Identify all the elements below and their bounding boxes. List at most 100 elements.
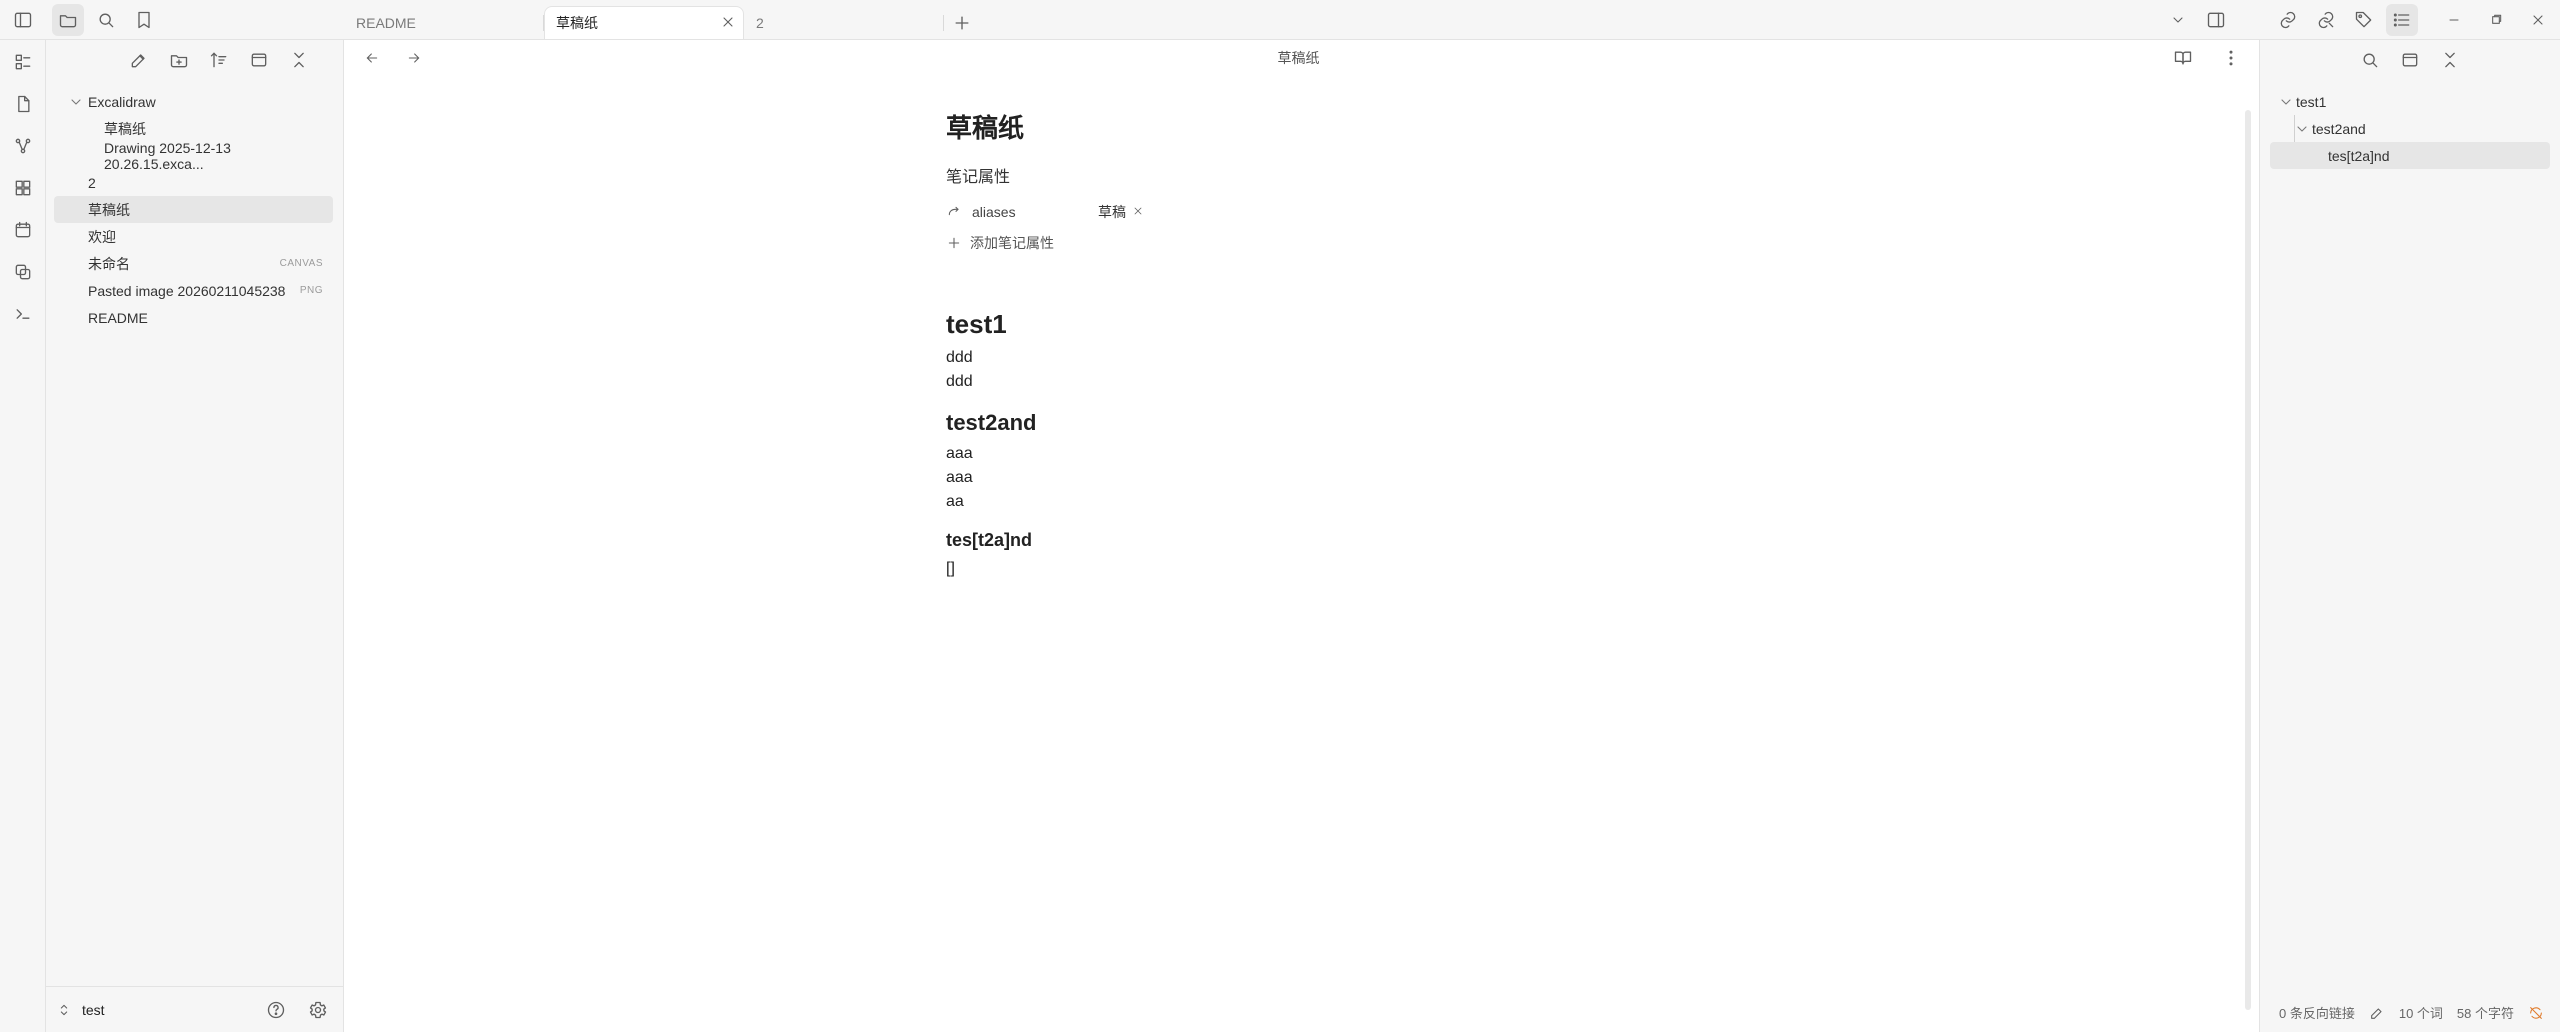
tree-item[interactable]: 2 <box>54 169 333 196</box>
chevron-down-icon <box>2294 121 2310 137</box>
ribbon-daily-notes[interactable] <box>7 46 39 78</box>
sync-error-icon[interactable] <box>2528 1005 2544 1021</box>
paragraph-line: aaa <box>946 469 973 486</box>
tree-item-active[interactable]: 草稿纸 <box>54 196 333 223</box>
property-key[interactable]: aliases <box>946 204 1094 220</box>
graph-icon <box>13 136 33 156</box>
tree-item[interactable]: Pasted image 20260211045238 PNG <box>54 277 333 304</box>
properties-heading[interactable]: 笔记属性 <box>946 163 1766 187</box>
close-tab-button[interactable] <box>720 14 736 33</box>
folder-excalidraw[interactable]: Excalidraw <box>54 88 333 115</box>
tab-list-button[interactable] <box>2162 4 2194 36</box>
restore-button[interactable] <box>2482 6 2510 34</box>
gear-icon <box>308 1000 328 1020</box>
ribbon-terminal[interactable] <box>7 298 39 330</box>
tree-item[interactable]: 欢迎 <box>54 223 333 250</box>
tree-item[interactable]: README <box>54 304 333 331</box>
alias-chip[interactable]: 草稿 <box>1094 202 1148 222</box>
left-sidebar: Excalidraw 草稿纸 Drawing 2025-12-13 20.26.… <box>46 40 344 1032</box>
tree-label: Pasted image 20260211045238 <box>88 282 286 299</box>
new-folder-button[interactable] <box>163 44 195 76</box>
help-button[interactable] <box>260 994 292 1026</box>
heading-1: test1 <box>946 309 1007 339</box>
left-ribbon <box>0 40 46 1032</box>
outline-tools <box>2260 40 2560 80</box>
tab-readme[interactable]: README <box>344 6 544 40</box>
minimize-button[interactable] <box>2440 6 2468 34</box>
settings-button[interactable] <box>302 994 334 1026</box>
outline-label: test2and <box>2312 120 2366 137</box>
outline-list: test1 test2and tes[t2a]nd <box>2260 80 2560 169</box>
search-tab-button[interactable] <box>90 4 122 36</box>
sort-button[interactable] <box>203 44 235 76</box>
ribbon-graph[interactable] <box>7 130 39 162</box>
property-value[interactable]: 草稿 <box>1094 202 1148 222</box>
calendar-icon <box>13 220 33 240</box>
editor-header-title: 草稿纸 <box>1277 50 1320 66</box>
tab-label: README <box>356 15 416 31</box>
outline-grid-icon <box>13 52 33 72</box>
tags-button[interactable] <box>2348 4 2380 36</box>
outline-search-button[interactable] <box>2354 44 2386 76</box>
files-tab-button[interactable] <box>52 4 84 36</box>
plus-icon <box>946 235 962 251</box>
add-property-button[interactable]: 添加笔记属性 <box>946 233 1766 253</box>
char-count: 58 个字符 <box>2456 1006 2514 1021</box>
chevron-down-icon <box>2170 12 2186 28</box>
left-top-tools <box>52 4 160 36</box>
outline-item[interactable]: test2and <box>2270 115 2550 142</box>
tree-label: 未命名 <box>88 255 130 272</box>
backlinks-count[interactable]: 0 条反向链接 <box>2279 1003 2355 1022</box>
bookmark-icon <box>134 10 154 30</box>
tree-item[interactable]: 未命名 CANVAS <box>54 250 333 277</box>
outgoing-links-button[interactable] <box>2310 4 2342 36</box>
editor-scrollbar[interactable] <box>2245 110 2251 1010</box>
tree-item[interactable]: Drawing 2025-12-13 20.26.15.exca... <box>54 140 333 172</box>
outline-item-active[interactable]: tes[t2a]nd <box>2270 142 2550 169</box>
remove-alias-button[interactable] <box>1132 205 1144 220</box>
ribbon-canvas[interactable] <box>7 172 39 204</box>
outline-toggle-button[interactable] <box>2394 44 2426 76</box>
copy-icon <box>13 262 33 282</box>
file-icon <box>13 94 33 114</box>
outline-item[interactable]: test1 <box>2270 88 2550 169</box>
close-window-button[interactable] <box>2524 6 2552 34</box>
reading-view-button[interactable] <box>2167 42 2199 74</box>
chevron-down-icon <box>68 94 84 110</box>
file-type-badge: CANVAS <box>279 258 323 269</box>
collapse-icon <box>289 50 309 70</box>
note-title[interactable]: 草稿纸 <box>946 108 1766 145</box>
collapse-icon <box>2440 50 2460 70</box>
back-button[interactable] <box>356 42 388 74</box>
tree-label: 2 <box>88 174 96 191</box>
vault-tools <box>260 994 334 1026</box>
toggle-right-sidebar-button[interactable] <box>2200 4 2232 36</box>
book-open-icon <box>2173 48 2193 68</box>
ribbon-calendar[interactable] <box>7 214 39 246</box>
document-body[interactable]: test1 ddd ddd test2and aaa aaa aa tes[t2… <box>946 309 1766 581</box>
collapse-all-button[interactable] <box>283 44 315 76</box>
auto-reveal-button[interactable] <box>243 44 275 76</box>
ribbon-copy[interactable] <box>7 256 39 288</box>
tab-bar: README 草稿纸 2 <box>344 0 972 40</box>
new-note-button[interactable] <box>123 44 155 76</box>
list-icon <box>2392 10 2412 30</box>
word-count: 10 个词 <box>2398 1006 2443 1021</box>
forward-button[interactable] <box>398 42 430 74</box>
new-tab-button[interactable] <box>952 6 972 40</box>
ribbon-file[interactable] <box>7 88 39 120</box>
backlinks-button[interactable] <box>2272 4 2304 36</box>
more-options-button[interactable] <box>2215 42 2247 74</box>
help-icon <box>266 1000 286 1020</box>
outline-button[interactable] <box>2386 4 2418 36</box>
tree-item[interactable]: 草稿纸 <box>54 115 333 142</box>
bookmarks-tab-button[interactable] <box>128 4 160 36</box>
tab-label: 草稿纸 <box>556 15 598 31</box>
tab-2[interactable]: 2 <box>744 6 944 40</box>
outline-collapse-button[interactable] <box>2434 44 2466 76</box>
toggle-left-sidebar-button[interactable] <box>7 4 39 36</box>
pencil-icon[interactable] <box>2369 1005 2385 1021</box>
tab-scratch[interactable]: 草稿纸 <box>544 6 744 40</box>
vault-switcher[interactable]: test <box>46 986 344 1032</box>
close-icon <box>720 14 736 30</box>
